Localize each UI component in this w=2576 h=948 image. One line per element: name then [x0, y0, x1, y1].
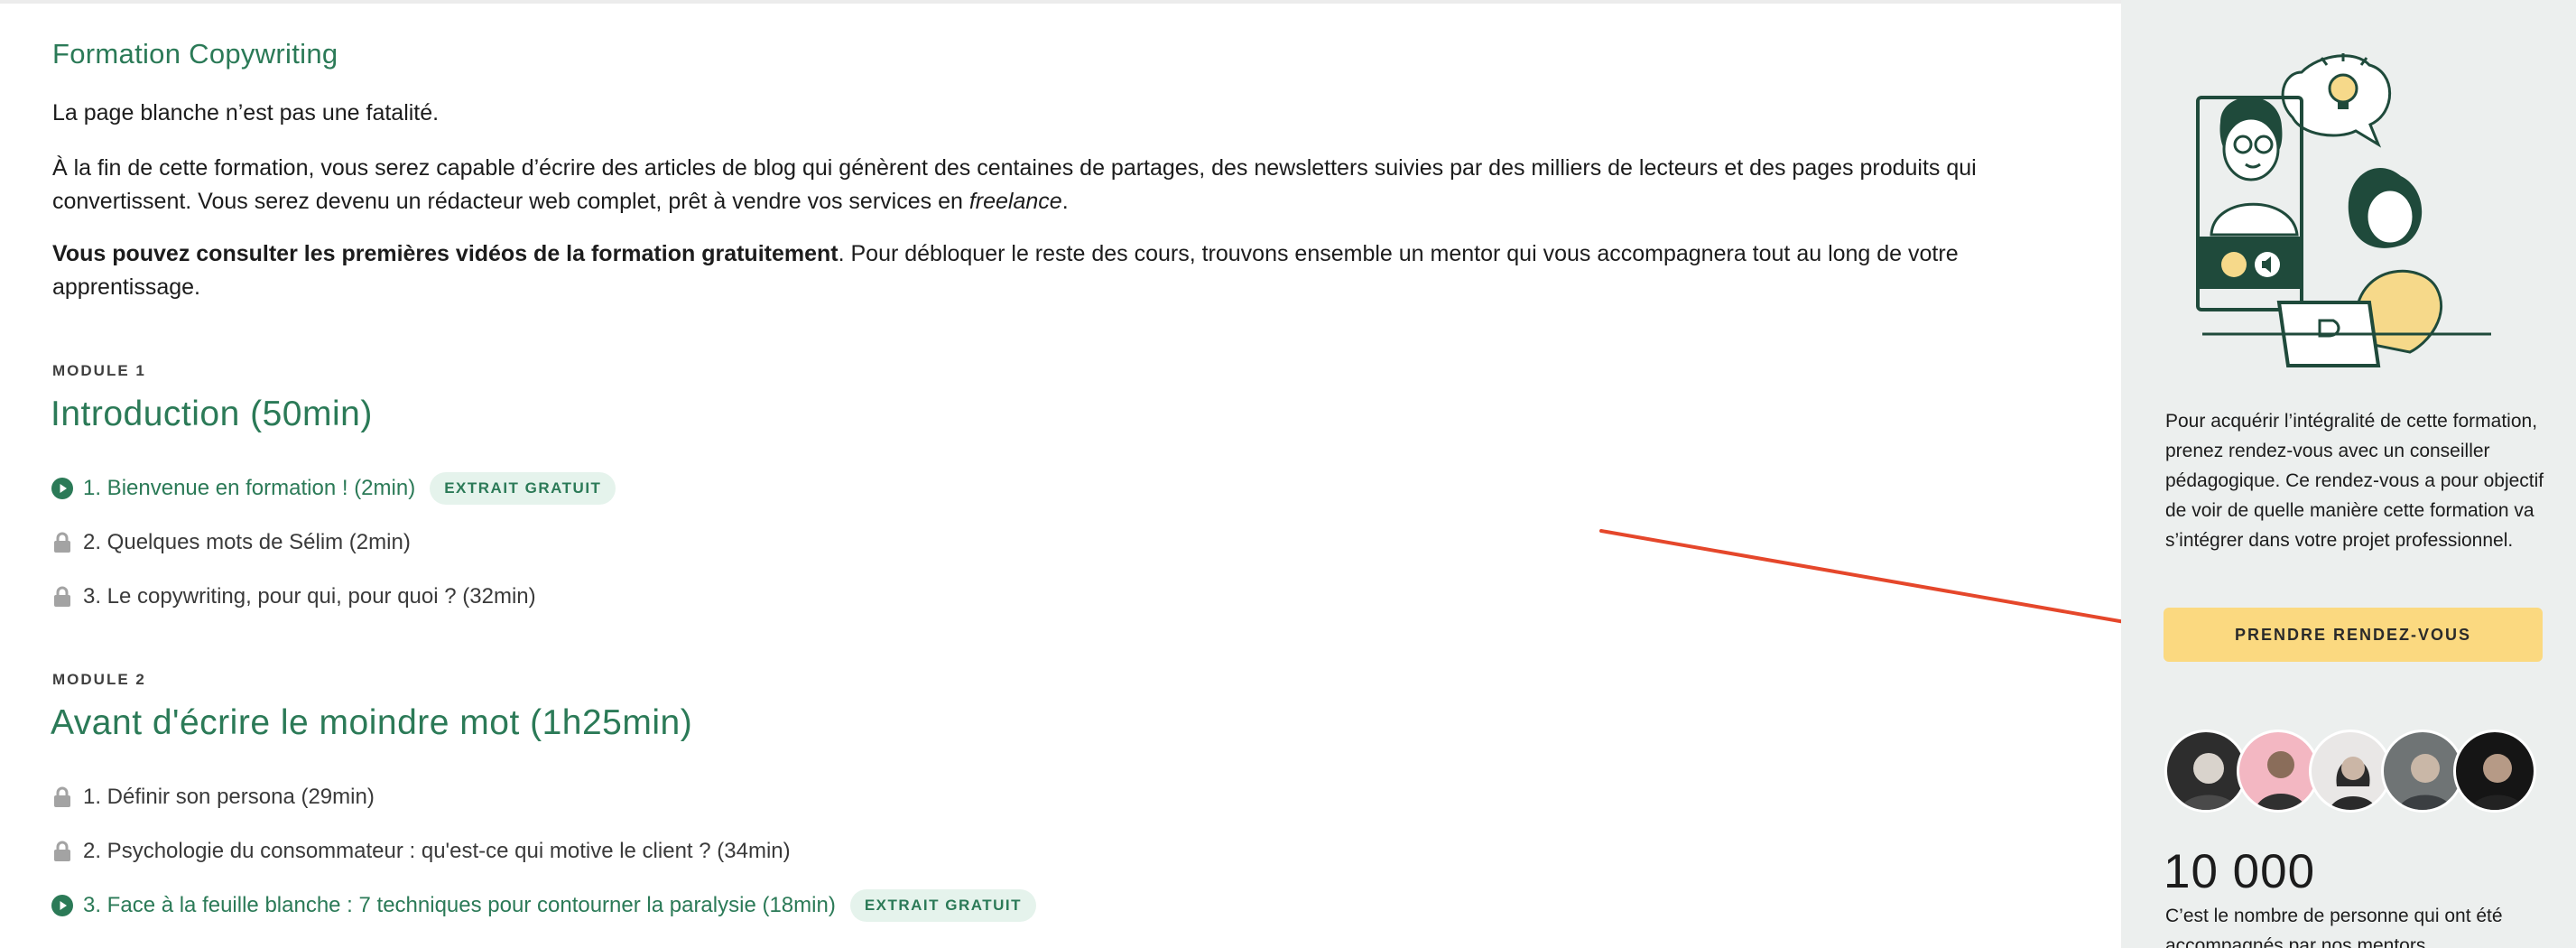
description-end: . — [1061, 189, 1069, 214]
free-access-bold: Vous pouvez consulter les premières vidé… — [52, 241, 839, 266]
course-description: À la fin de cette formation, vous serez … — [52, 152, 2083, 218]
lesson-item: 3. Le copywriting, pour qui, pour quoi ?… — [51, 579, 536, 615]
mentored-count-caption: C’est le nombre de personne qui ont été … — [2165, 906, 2503, 948]
avatar — [2237, 730, 2320, 813]
lesson-title: 2. Psychologie du consommateur : qu'est-… — [83, 839, 791, 863]
avatar — [2453, 730, 2536, 813]
lesson-title: 1. Bienvenue en formation ! (2min) — [83, 476, 416, 500]
avatar — [2381, 730, 2464, 813]
lock-icon — [51, 785, 74, 809]
top-divider — [0, 0, 2121, 4]
lesson-title: 2. Quelques mots de Sélim (2min) — [83, 530, 411, 554]
module-label: MODULE 1 — [52, 362, 146, 379]
course-title: Formation Copywriting — [52, 38, 338, 70]
lesson-item[interactable]: 1. Bienvenue en formation ! (2min) EXTRA… — [51, 470, 616, 507]
lesson-item: 2. Psychologie du consommateur : qu'est-… — [51, 833, 791, 869]
avatar — [2164, 730, 2247, 813]
free-access-note: Vous pouvez consulter les premières vidé… — [52, 237, 2083, 304]
lesson-title: 3. Face à la feuille blanche : 7 techniq… — [83, 893, 836, 917]
module-title: Avant d'écrire le moindre mot (1h25min) — [51, 703, 693, 742]
avatar — [2309, 730, 2392, 813]
lock-icon — [51, 840, 74, 863]
play-icon — [51, 894, 74, 917]
description-emphasis: freelance — [968, 189, 1062, 214]
play-icon — [51, 477, 74, 500]
mentor-video-call-illustration — [2196, 53, 2491, 367]
lesson-title: 1. Définir son persona (29min) — [83, 785, 375, 809]
course-content: Formation Copywriting La page blanche n’… — [0, 0, 2121, 948]
free-extract-badge: EXTRAIT GRATUIT — [849, 889, 1037, 922]
lesson-item: 1. Définir son persona (29min) — [51, 779, 375, 815]
module-title: Introduction (50min) — [51, 395, 373, 433]
lesson-title: 3. Le copywriting, pour qui, pour quoi ?… — [83, 584, 536, 609]
lock-icon — [51, 531, 74, 554]
annotation-arrow-icon — [1599, 529, 2154, 636]
mentored-count: 10 000 — [2164, 845, 2316, 898]
sidebar: Pour acquérir l’intégralité de cette for… — [2121, 0, 2576, 948]
mentor-avatars — [2164, 730, 2562, 815]
lesson-item[interactable]: 3. Face à la feuille blanche : 7 techniq… — [51, 888, 1037, 924]
free-extract-badge: EXTRAIT GRATUIT — [430, 472, 616, 505]
sidebar-description: Pour acquérir l’intégralité de cette for… — [2165, 411, 2544, 551]
course-intro: La page blanche n’est pas une fatalité. — [52, 100, 440, 125]
module-label: MODULE 2 — [52, 671, 146, 688]
lesson-item: 2. Quelques mots de Sélim (2min) — [51, 525, 411, 561]
book-appointment-button[interactable]: PRENDRE RENDEZ-VOUS — [2164, 608, 2543, 662]
lock-icon — [51, 585, 74, 609]
